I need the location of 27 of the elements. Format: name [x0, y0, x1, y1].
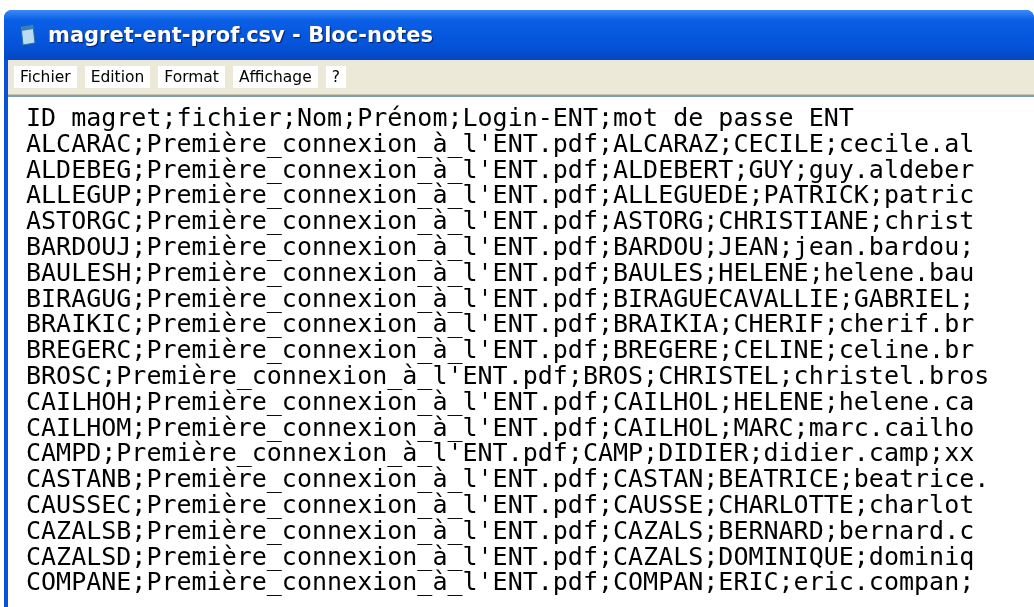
- text-editor[interactable]: [8, 95, 1034, 607]
- menu-item[interactable]: Affichage: [232, 66, 318, 88]
- text-line: ALCARAC;Première_connexion_à_l'ENT.pdf;ALCARAZ;CECILE;cecile.al: [26, 130, 976, 157]
- text-line: BARDOUJ;Première_connexion_à_l'ENT.pdf;BARDOU;JEAN;jean.bardou;: [26, 234, 976, 260]
- text-line: ID magret;fichier;Nom;Prénom;Login-ENT;mot de passe ENT: [26, 105, 854, 131]
- text-line: CAILHOM;Première_connexion_à_l'ENT.pdf;CAILHOL;MARC;marc.cailho: [26, 414, 976, 441]
- text-line: BROSC;Première_connexion_à_l'ENT.pdf;BROS;CHRISTEL;christel.bros: [26, 362, 991, 389]
- text-line: BREGERC;Première_connexion_à_l'ENT.pdf;BREGERE;CELINE;celine.br: [26, 337, 975, 363]
- text-line: ALDEBEG;Première_connexion_à_l'ENT.pdf;ALDEBERT;GUY;guy.aldeber: [26, 156, 976, 183]
- text-line: CAUSSEC;Première_connexion_à_l'ENT.pdf;CAUSSE;CHARLOTTE;charlot: [26, 491, 975, 518]
- text-line: CAZALSD;Première_connexion_à_l'ENT.pdf;CAZALS;DOMINIQUE;dominiq: [26, 543, 976, 570]
- menu-item[interactable]: Edition: [84, 66, 151, 88]
- text-line: BAULESH;Première_connexion_à_l'ENT.pdf;BAULES;HELENE;helene.bau: [26, 259, 976, 286]
- text-line: BIRAGUG;Première_connexion_à_l'ENT.pdf;BIRAGUECAVALLIE;GABRIEL;: [26, 285, 976, 312]
- menu-item[interactable]: ?: [325, 66, 346, 88]
- text-line: ASTORGC;Première_connexion_à_l'ENT.pdf;ASTORG;CHRISTIANE;christ: [26, 208, 976, 234]
- text-line: ALLEGUP;Première_connexion_à_l'ENT.pdf;ALLEGUEDE;PATRICK;patric: [26, 182, 976, 209]
- menu-item[interactable]: Fichier: [14, 66, 77, 88]
- text-line: CAMPD;Première_connexion_à_l'ENT.pdf;CAMP;DIDIER;didier.camp;xx: [26, 440, 975, 467]
- text-line: CASTANB;Première_connexion_à_l'ENT.pdf;CASTAN;BEATRICE;beatrice.: [26, 466, 991, 492]
- notepad-icon: [18, 24, 38, 46]
- window-title: magret-ent-prof.csv - Bloc-notes: [48, 23, 434, 47]
- text-line: CAZALSB;Première_connexion_à_l'ENT.pdf;CAZALS;BERNARD;bernard.c: [26, 517, 976, 544]
- text-line: COMPANE;Première_connexion_à_l'ENT.pdf;COMPAN;ERIC;eric.compan;: [26, 569, 976, 596]
- text-line: BRAIKIC;Première_connexion_à_l'ENT.pdf;BRAIKIA;CHERIF;cherif.br: [26, 311, 976, 338]
- text-line: CAILHOH;Première_connexion_à_l'ENT.pdf;CAILHOL;HELENE;helene.ca: [26, 388, 975, 415]
- menu-item[interactable]: Format: [158, 66, 225, 88]
